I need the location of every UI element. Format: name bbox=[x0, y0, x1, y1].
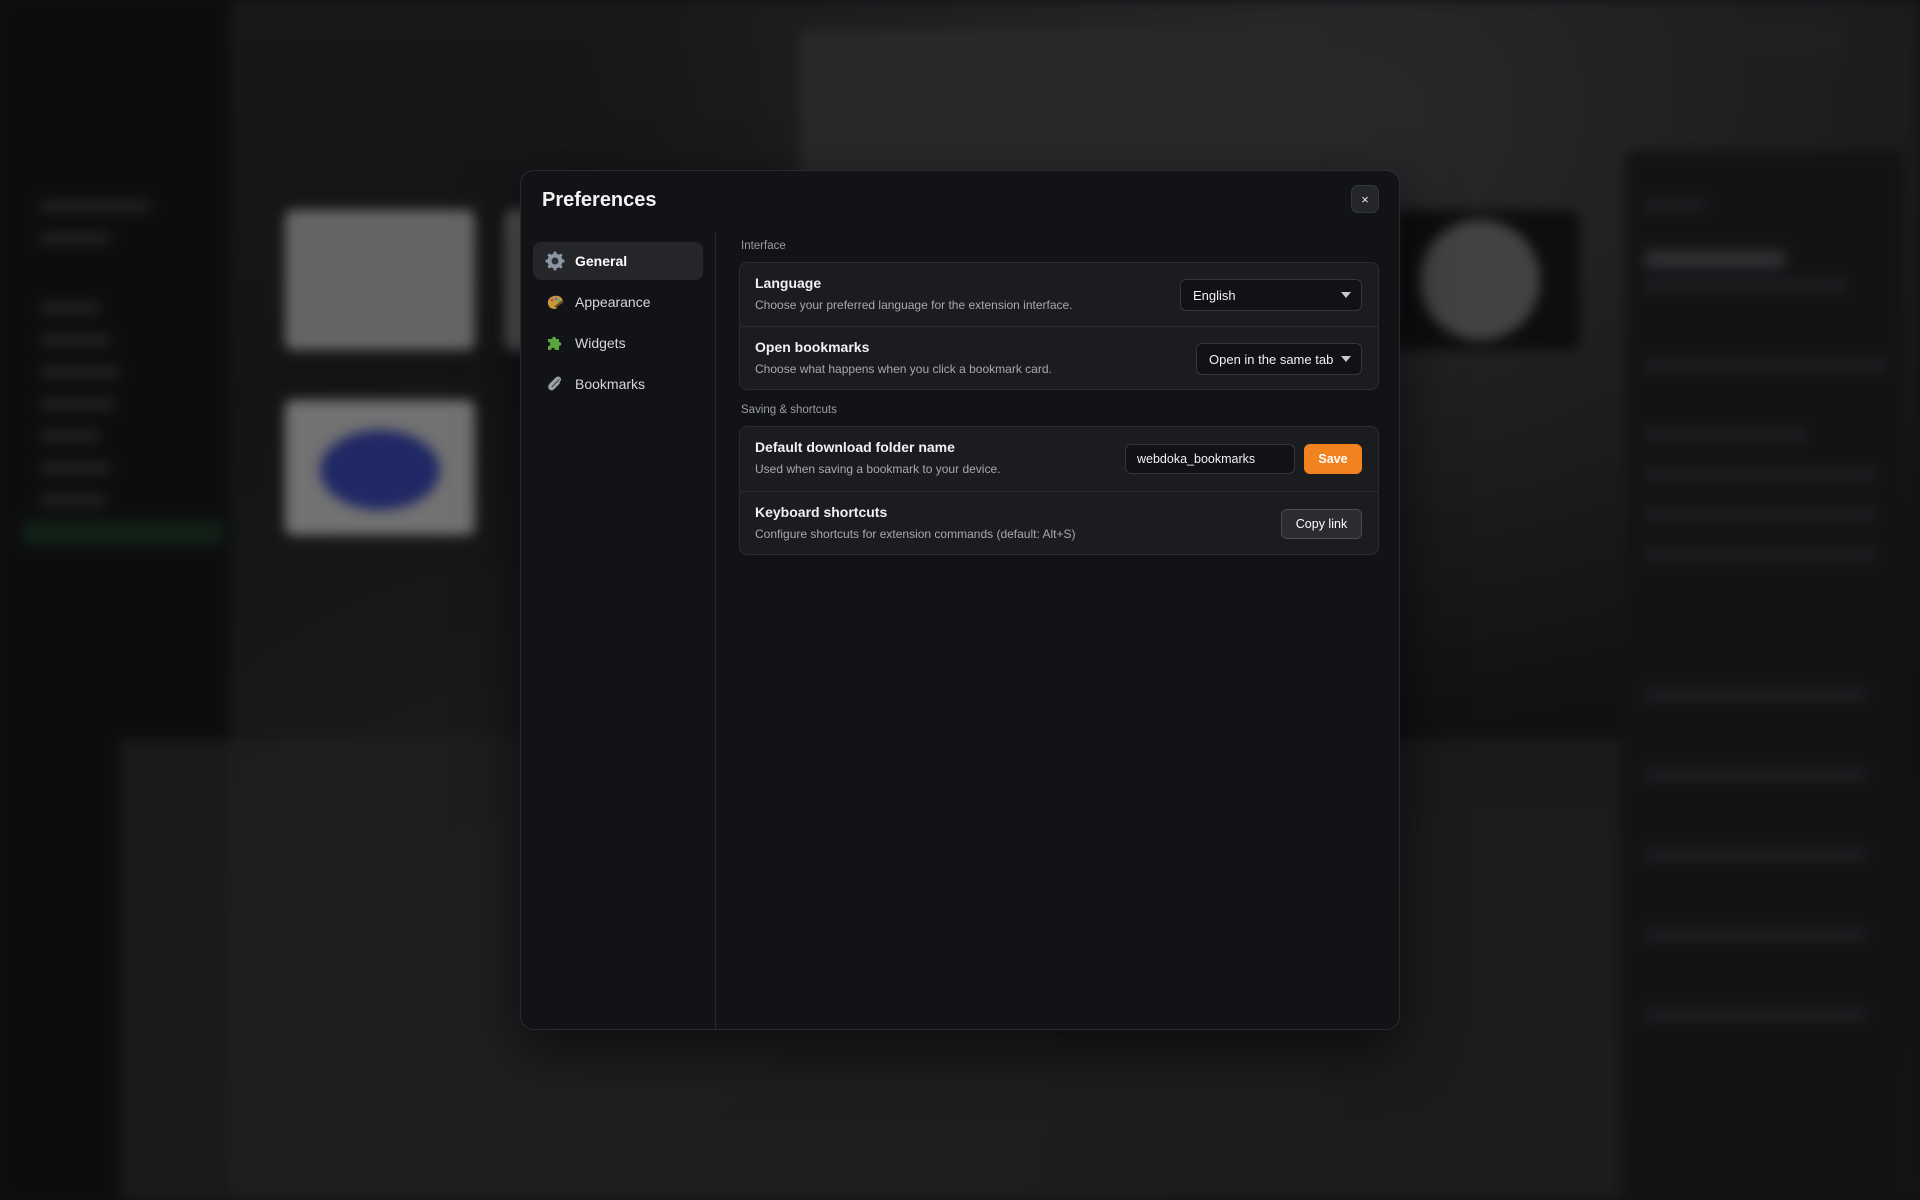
save-button[interactable]: Save bbox=[1304, 444, 1362, 474]
sidebar-item-label: Widgets bbox=[575, 335, 626, 351]
puzzle-icon bbox=[545, 333, 565, 353]
chevron-down-icon bbox=[1341, 356, 1351, 362]
sidebar-item-general[interactable]: General bbox=[533, 242, 703, 280]
palette-icon bbox=[545, 292, 565, 312]
sidebar-item-label: Appearance bbox=[575, 294, 651, 310]
open-bookmarks-description: Choose what happens when you click a boo… bbox=[755, 362, 1052, 376]
language-description: Choose your preferred language for the e… bbox=[755, 298, 1073, 312]
close-button[interactable]: × bbox=[1351, 185, 1379, 213]
sidebar-item-widgets[interactable]: Widgets bbox=[533, 324, 703, 362]
language-select-value: English bbox=[1193, 287, 1236, 303]
language-select[interactable]: English bbox=[1180, 279, 1362, 311]
interface-card: Language Choose your preferred language … bbox=[739, 262, 1379, 390]
sidebar-item-bookmarks[interactable]: Bookmarks bbox=[533, 365, 703, 403]
open-bookmarks-select-value: Open in the same tab bbox=[1209, 351, 1334, 367]
download-folder-title: Default download folder name bbox=[755, 439, 955, 455]
sidebar-item-label: Bookmarks bbox=[575, 376, 646, 392]
shortcuts-description: Configure shortcuts for extension comman… bbox=[755, 527, 1076, 541]
section-label-interface: Interface bbox=[741, 240, 786, 252]
copy-link-button[interactable]: Copy link bbox=[1281, 509, 1362, 539]
preferences-dialog: Preferences × General Appearance Widgets… bbox=[520, 170, 1400, 1030]
open-bookmarks-select[interactable]: Open in the same tab bbox=[1196, 343, 1362, 375]
language-title: Language bbox=[755, 275, 822, 291]
paperclip-icon bbox=[545, 374, 565, 394]
open-bookmarks-title: Open bookmarks bbox=[755, 339, 870, 355]
open-bookmarks-row: Open bookmarks Choose what happens when … bbox=[740, 326, 1378, 391]
shortcuts-title: Keyboard shortcuts bbox=[755, 504, 888, 520]
language-row: Language Choose your preferred language … bbox=[740, 263, 1378, 327]
sidebar-item-appearance[interactable]: Appearance bbox=[533, 283, 703, 321]
shortcuts-row: Keyboard shortcuts Configure shortcuts f… bbox=[740, 491, 1378, 556]
dialog-title: Preferences bbox=[542, 189, 657, 211]
chevron-down-icon bbox=[1341, 292, 1351, 298]
section-label-saving: Saving & shortcuts bbox=[741, 404, 837, 416]
download-folder-row: Default download folder name Used when s… bbox=[740, 427, 1378, 491]
download-folder-input[interactable] bbox=[1125, 444, 1295, 474]
saving-card: Default download folder name Used when s… bbox=[739, 426, 1379, 555]
download-folder-description: Used when saving a bookmark to your devi… bbox=[755, 462, 1001, 476]
sidebar-item-label: General bbox=[575, 253, 628, 269]
gear-icon bbox=[545, 251, 565, 271]
preferences-sidebar: General Appearance Widgets Bookmarks bbox=[521, 232, 716, 1029]
